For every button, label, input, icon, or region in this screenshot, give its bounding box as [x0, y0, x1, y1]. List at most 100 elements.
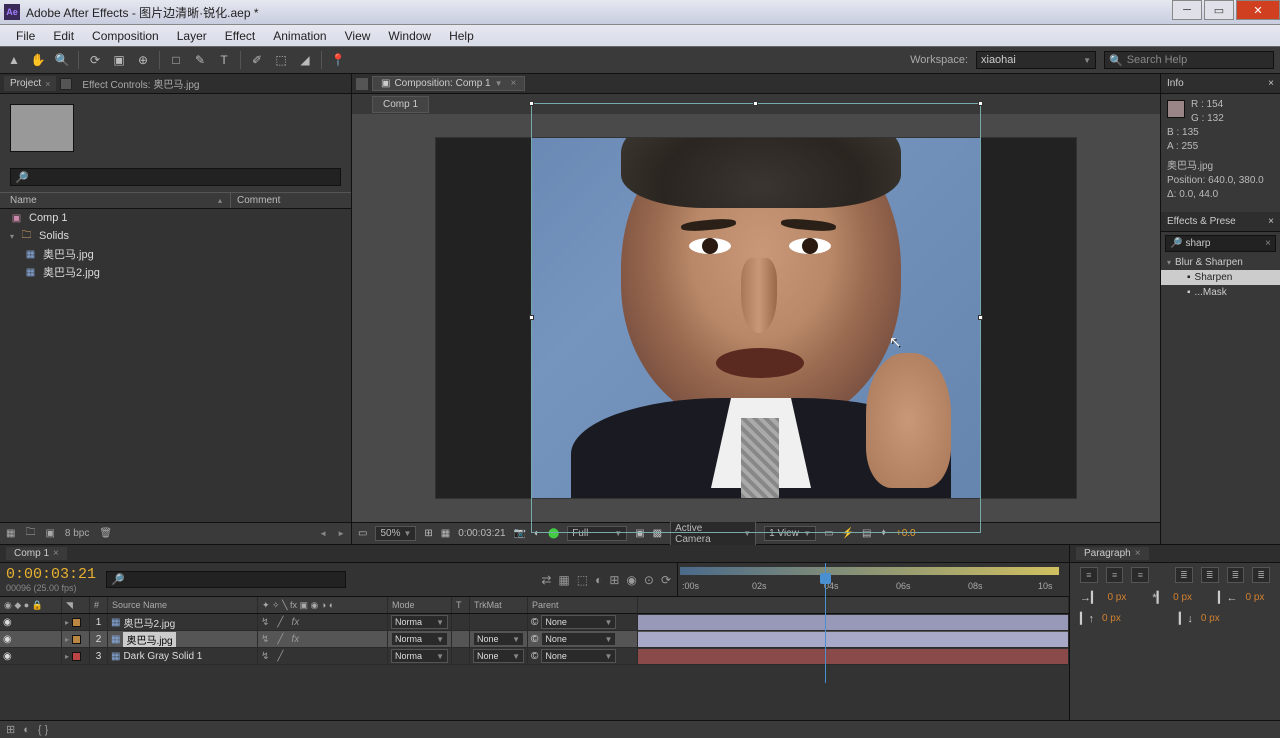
sort-icon[interactable]: ▴ [218, 196, 222, 205]
eraser-tool-icon[interactable]: ◢ [297, 52, 313, 68]
align-right-icon[interactable]: ≡ [1131, 567, 1149, 583]
pickwhip-icon[interactable]: © [531, 617, 538, 628]
brackets-icon[interactable]: { } [38, 724, 48, 736]
layer-name[interactable]: 奥巴马2.jpg [123, 615, 175, 630]
menu-effect[interactable]: Effect [217, 27, 263, 45]
project-item-image[interactable]: ▦奥巴马2.jpg [0, 263, 351, 281]
paragraph-tab[interactable]: Paragraph× [1076, 547, 1149, 560]
effects-panel-header[interactable]: Effects & Prese× [1161, 212, 1280, 232]
canvas[interactable]: ↖ [436, 138, 1076, 498]
menu-composition[interactable]: Composition [84, 27, 167, 45]
next-icon[interactable]: ► [337, 529, 345, 538]
menu-help[interactable]: Help [441, 27, 482, 45]
effect-item-mask[interactable]: ▪...Mask [1161, 285, 1280, 300]
selection-box[interactable] [531, 103, 981, 533]
parent-dropdown[interactable]: None▼ [541, 615, 616, 629]
resolution-icon[interactable]: ⊞ [424, 528, 432, 539]
align-center-icon[interactable]: ≡ [1106, 567, 1124, 583]
pan-behind-tool-icon[interactable]: ⊕ [135, 52, 151, 68]
blend-mode-dropdown[interactable]: Norma▼ [391, 615, 448, 629]
project-search-input[interactable] [33, 172, 336, 183]
menu-view[interactable]: View [337, 27, 379, 45]
interpret-icon[interactable]: ▦ [6, 528, 15, 539]
prev-icon[interactable]: ◄ [319, 529, 327, 538]
puppet-tool-icon[interactable]: 📍 [330, 52, 346, 68]
disclosure-icon[interactable]: ▸ [65, 618, 69, 627]
info-panel-header[interactable]: Info× [1161, 74, 1280, 94]
panel-grip-icon[interactable] [356, 78, 368, 90]
snapshot-icon[interactable]: 📷 [514, 528, 526, 539]
panel-icon[interactable] [60, 78, 72, 90]
timeline-search[interactable]: 🔎 [106, 571, 346, 588]
project-item-folder[interactable]: ▾🗀Solids [0, 227, 351, 245]
menu-file[interactable]: File [8, 27, 43, 45]
effect-controls-label[interactable]: Effect Controls: 奥巴马.jpg [76, 74, 205, 93]
close-button[interactable]: ✕ [1236, 0, 1280, 20]
layer-duration-bar[interactable] [638, 649, 1068, 664]
align-left-icon[interactable]: ≡ [1080, 567, 1098, 583]
menu-animation[interactable]: Animation [265, 27, 334, 45]
layer-color-swatch[interactable] [72, 618, 81, 627]
viewport[interactable]: ↖ [352, 114, 1160, 522]
bpc-label[interactable]: 8 bpc [65, 528, 89, 539]
timeline-layer[interactable]: ◉▸2▦奥巴马.jpg↯╱fxNorma▼None▼©None▼ [0, 631, 1069, 648]
shape-tool-icon[interactable]: □ [168, 52, 184, 68]
camera-tool-icon[interactable]: ▣ [111, 52, 127, 68]
visibility-icon[interactable]: ◉ [3, 651, 12, 662]
layer-duration-bar[interactable] [638, 632, 1068, 647]
effects-category[interactable]: ▾Blur & Sharpen [1161, 255, 1280, 270]
tl-icon[interactable]: ⟳ [661, 573, 671, 587]
clone-tool-icon[interactable]: ⬚ [273, 52, 289, 68]
zoom-tool-icon[interactable]: 🔍 [54, 52, 70, 68]
toggle-modes-icon[interactable]: ◐ [23, 724, 30, 736]
pen-tool-icon[interactable]: ✎ [192, 52, 208, 68]
layer-name[interactable]: Dark Gray Solid 1 [123, 651, 202, 662]
composition-tab[interactable]: ▣Composition: Comp 1▼× [372, 76, 525, 91]
project-search[interactable]: 🔎 [10, 168, 341, 186]
trkmat-dropdown[interactable]: None▼ [473, 649, 524, 663]
zoom-dropdown[interactable]: 50%▼ [375, 526, 416, 541]
brush-tool-icon[interactable]: ✐ [249, 52, 265, 68]
delete-icon[interactable]: 🗑 [99, 528, 112, 539]
tl-icon[interactable]: ▦ [558, 573, 569, 587]
effects-search[interactable]: 🔎sharp× [1165, 235, 1276, 252]
time-display[interactable]: 0:00:03:21 [458, 528, 505, 539]
menu-edit[interactable]: Edit [45, 27, 82, 45]
parent-dropdown[interactable]: None▼ [541, 649, 616, 663]
grid-icon[interactable]: ▦ [441, 528, 450, 539]
timecode-display[interactable]: 0:00:03:21 [6, 566, 96, 583]
comp-subtab[interactable]: Comp 1 [372, 96, 429, 113]
timeline-layers[interactable]: ◉▸1▦奥巴马2.jpg↯╱fxNorma▼©None▼◉▸2▦奥巴马.jpg↯… [0, 614, 1069, 720]
workspace-dropdown[interactable]: xiaohai▼ [976, 51, 1096, 69]
pickwhip-icon[interactable]: © [531, 651, 538, 662]
project-item-image[interactable]: ▦奥巴马.jpg [0, 245, 351, 263]
new-folder-icon[interactable]: 🗀 [25, 525, 35, 542]
layer-color-swatch[interactable] [72, 652, 81, 661]
timeline-tab[interactable]: Comp 1× [6, 547, 67, 560]
disclosure-icon[interactable]: ▸ [65, 635, 69, 644]
rotation-tool-icon[interactable]: ⟳ [87, 52, 103, 68]
hand-tool-icon[interactable]: ✋ [30, 52, 46, 68]
tl-icon[interactable]: ◐ [595, 573, 602, 587]
layer-name[interactable]: 奥巴马.jpg [123, 632, 175, 647]
trkmat-dropdown[interactable]: None▼ [473, 632, 524, 646]
parent-dropdown[interactable]: None▼ [541, 632, 616, 646]
blend-mode-dropdown[interactable]: Norma▼ [391, 649, 448, 663]
project-tab[interactable]: Project× [4, 76, 56, 91]
justify-all-icon[interactable]: ≣ [1252, 567, 1270, 583]
selection-tool-icon[interactable]: ▲ [6, 52, 22, 68]
effect-item-sharpen[interactable]: ▪Sharpen [1161, 270, 1280, 285]
project-item-comp[interactable]: ▣Comp 1 [0, 209, 351, 227]
tl-icon[interactable]: ⬚ [577, 573, 588, 587]
tl-icon[interactable]: ⇄ [541, 573, 551, 587]
visibility-icon[interactable]: ◉ [3, 617, 12, 628]
justify-center-icon[interactable]: ≣ [1201, 567, 1219, 583]
pickwhip-icon[interactable]: © [531, 634, 538, 645]
timeline-layer[interactable]: ◉▸1▦奥巴马2.jpg↯╱fxNorma▼©None▼ [0, 614, 1069, 631]
time-ruler[interactable]: :00s 02s 04s 06s 08s 10s [678, 563, 1069, 596]
text-tool-icon[interactable]: T [216, 52, 232, 68]
menu-layer[interactable]: Layer [169, 27, 215, 45]
minimize-button[interactable]: ─ [1172, 0, 1202, 20]
project-items[interactable]: ▣Comp 1 ▾🗀Solids ▦奥巴马.jpg ▦奥巴马2.jpg [0, 209, 351, 522]
timeline-layer[interactable]: ◉▸3▦Dark Gray Solid 1↯╱Norma▼None▼©None▼ [0, 648, 1069, 665]
